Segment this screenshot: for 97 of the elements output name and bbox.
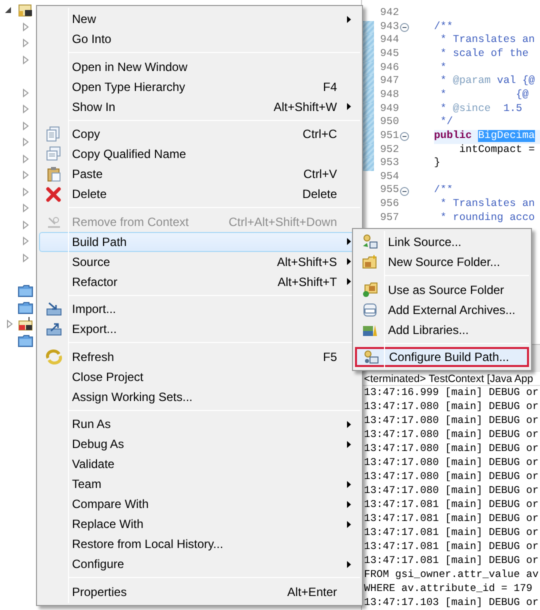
console-line: 13:47:17.080 [main] DEBUG or [363,400,540,414]
line-number: 954 [379,170,400,185]
line-number: 953 [379,156,400,172]
console-line: 13:47:17.081 [main] DEBUG or [363,526,540,540]
shortcut-label: Ctrl+Alt+Shift+Down [228,214,338,230]
line-number: 949 [379,102,400,117]
menu-item[interactable]: Validate [39,454,360,474]
line-number: 945 [379,46,400,62]
code-line: * Translates an [439,198,535,212]
shortcut-label: F4 [322,78,338,96]
line-number: 957 [379,210,400,226]
new-folder-icon [362,254,378,270]
code-line: * {@ [439,88,529,103]
code-line: */ [439,116,453,130]
menu-item[interactable]: Delete Delete [39,184,360,204]
menu-item[interactable]: Assign Working Sets... [39,386,360,406]
line-number: 947 [379,74,400,90]
line-number: 955 [379,183,400,198]
console-line: WHERE av.attribute_id = 179 [363,582,534,596]
refresh-icon [46,348,62,364]
console-line: 13:47:17.081 [main] DEBUG or [363,554,540,568]
project-icon [18,3,32,18]
menu-item[interactable]: Copy Qualified Name [39,144,360,164]
console-line: 13:47:17.081 [main] DEBUG or [363,540,540,554]
shortcut-label: Alt+Shift+T [278,274,338,290]
menu-item[interactable]: Replace With [39,514,360,534]
shortcut-label: Alt+Shift+S [276,254,338,270]
console-line: 13:47:17.080 [main] DEBUG or [363,442,540,456]
folder-icon [18,334,33,347]
menu-item[interactable]: Team [39,474,360,494]
code-line: public BigDecima [434,130,535,144]
console-line: 13:47:16.999 [main] DEBUG or [363,386,540,400]
delete-icon [46,186,62,202]
console-line: 13:47:17.080 [main] DEBUG or [363,414,540,428]
menu-item[interactable]: Debug As [39,434,360,454]
console-line: FROM gsi_owner.attr_value av [363,568,540,582]
shortcut-label: Ctrl+C [302,126,338,143]
menu-item[interactable]: Properties Alt+Enter [39,582,360,602]
code-line: * rounding acco [439,212,535,226]
console-line: 13:47:17.080 [main] DEBUG or [363,456,540,470]
menu-item[interactable]: Close Project [39,366,360,386]
line-number: 952 [379,142,400,158]
copy-icon [46,146,62,162]
line-number: 942 [379,6,400,21]
code-line: * scale of the [439,48,529,62]
code-line: * Translates an [439,34,535,48]
menu-item[interactable]: Open Type Hierarchy F4 [39,76,360,96]
menu-item[interactable]: Show In Alt+Shift+W [39,96,360,116]
menu-item[interactable]: New [39,9,360,29]
jar-icon [362,302,378,318]
console-line: 13:47:17.081 [main] DEBUG or [363,512,540,526]
shortcut-label: Alt+Enter [287,584,338,600]
line-number: 956 [379,197,400,212]
menu-item[interactable]: Copy Ctrl+C [39,124,360,144]
import-icon [46,301,62,317]
shortcut-label: Ctrl+V [303,166,338,183]
code-line: } [434,157,440,171]
copy-icon [46,126,62,142]
library-icon [18,316,33,332]
folder-icon [18,300,33,314]
code-line: * [439,62,447,75]
line-number: 943 [379,20,400,35]
fold-icon[interactable] [400,186,409,196]
console-title: <terminated> TestContext [Java App [362,372,540,386]
console-line: 13:47:17.080 [main] DEBUG or [363,470,540,484]
console-line: 13:47:17.081 [main] DEBUG or [363,498,540,512]
menu-item[interactable]: Configure Build Path... [355,347,529,367]
folder-icon [18,284,33,298]
menu-item[interactable]: Go Into [39,29,360,49]
menu-item[interactable]: Open in New Window [39,56,360,76]
menu-item[interactable]: Run As [39,414,360,434]
menu-item[interactable]: Paste Ctrl+V [39,164,360,184]
line-number: 946 [379,60,400,76]
console-line: 13:47:17.080 [main] DEBUG or [363,484,540,498]
fold-icon[interactable] [400,22,409,32]
paste-icon [46,166,62,182]
line-number: 950 [379,115,400,130]
shortcut-label: Alt+Shift+W [274,98,338,116]
menu-item[interactable]: Configure [39,554,360,574]
code-line: intCompact = [458,144,535,158]
line-number: 948 [379,88,400,103]
code-line: * @since 1.5 [439,102,522,116]
fold-icon[interactable] [400,132,409,142]
console-line: 13:47:17.103 [main] DEBUG or [363,596,540,610]
menu-item[interactable]: Restore from Local History... [39,534,360,554]
line-number: 944 [379,33,400,48]
line-number: 951 [379,128,400,144]
shortcut-label: Delete [302,186,338,203]
code-line: /** [434,184,453,198]
console-line: 13:47:17.080 [main] DEBUG or [363,428,540,442]
source-folder-icon [362,282,378,298]
code-line: /** [434,20,453,34]
shortcut-label: F5 [322,348,338,366]
code-line: * @param val {@ [439,75,535,89]
menu-item[interactable]: Compare With [39,494,360,514]
export-icon [46,321,62,337]
link-source-icon [362,234,378,250]
